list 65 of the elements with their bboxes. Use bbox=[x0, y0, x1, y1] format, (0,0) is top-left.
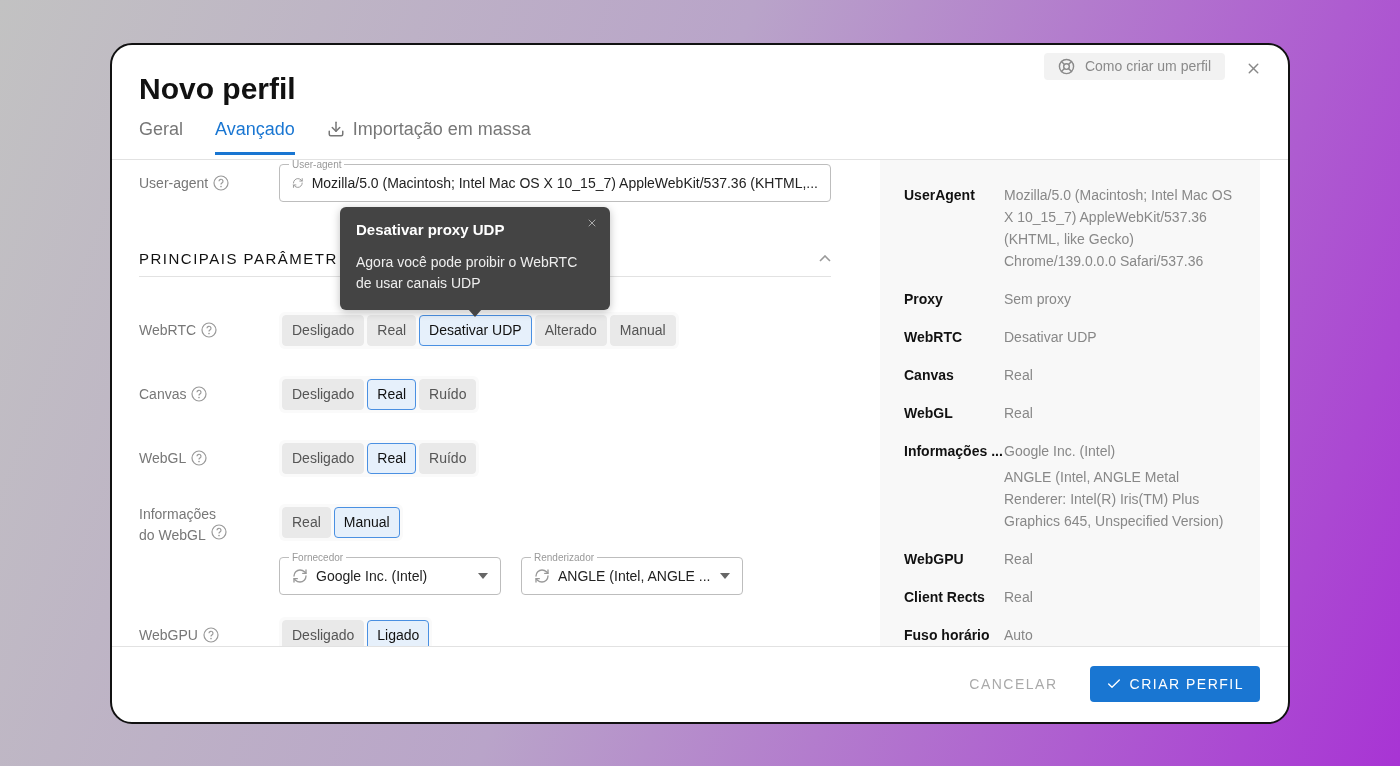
help-icon bbox=[202, 627, 219, 643]
summary-label: UserAgent bbox=[904, 185, 976, 205]
summary-value: ANGLE (Intel, ANGLE Metal Renderer: Intel(R) Iris(TM) Plus Graphics 645, Unspecified Version) bbox=[1004, 467, 1225, 531]
setting-label: WebRTC bbox=[139, 321, 197, 340]
option-button[interactable]: Real bbox=[367, 378, 417, 410]
refresh-icon bbox=[534, 567, 550, 584]
help-icon bbox=[213, 174, 230, 191]
help-icon bbox=[191, 386, 208, 402]
option-button[interactable]: Desligado bbox=[282, 619, 365, 646]
summary-label: WebGPU bbox=[904, 549, 965, 569]
option-button[interactable]: Ligado bbox=[367, 619, 430, 646]
lifebuoy-icon bbox=[1057, 57, 1075, 75]
tab[interactable]: Avançado bbox=[215, 118, 295, 155]
floating-label: Fornecedor bbox=[289, 551, 347, 563]
download-icon bbox=[326, 120, 345, 138]
floating-label: Renderizador bbox=[531, 551, 598, 563]
summary-label: WebGL bbox=[904, 403, 954, 423]
setting-label: Informações do WebGL bbox=[139, 503, 235, 545]
create-profile-button[interactable]: CRIAR PERFIL bbox=[1089, 666, 1260, 702]
option-button[interactable]: Alterado bbox=[534, 314, 607, 346]
caret-icon bbox=[720, 572, 730, 579]
dialog-title: Novo perfil bbox=[139, 70, 297, 107]
help-icon bbox=[210, 523, 227, 540]
refresh-icon bbox=[292, 567, 308, 584]
summary-value: Real bbox=[1004, 587, 1034, 607]
option-button[interactable]: Real bbox=[367, 314, 417, 346]
option-button[interactable]: Desativar UDP bbox=[419, 314, 532, 346]
summary-value: Real bbox=[1004, 549, 1034, 569]
tooltip-title: Desativar proxy UDP bbox=[356, 220, 506, 238]
setting-label: WebGPU bbox=[139, 626, 198, 645]
option-button[interactable]: Real bbox=[282, 506, 331, 538]
option-button[interactable]: Ruído bbox=[419, 442, 477, 474]
summary-label: Proxy bbox=[904, 289, 944, 309]
summary-value: Auto bbox=[1004, 625, 1034, 645]
summary-value: Google Inc. (Intel) bbox=[1004, 441, 1117, 461]
summary-value: Mozilla/5.0 (Macintosh; Intel Mac OS X 10_15_7) AppleWebKit/537.36 (KHTML, like Gecko) Chrome/139.0.0.0 Safari/537.36 bbox=[1004, 185, 1233, 271]
summary-value: Desativar UDP bbox=[1004, 327, 1098, 347]
tooltip-text: Agora você pode proibir o WebRTC de usar canais UDP bbox=[356, 252, 579, 293]
option-button[interactable]: Manual bbox=[333, 506, 400, 538]
section-title: PRINCIPAIS PARÂMETR bbox=[139, 249, 338, 267]
summary-value: Real bbox=[1004, 365, 1034, 385]
option-button[interactable]: Desligado bbox=[282, 442, 365, 474]
tab[interactable]: Importação em massa bbox=[326, 118, 531, 155]
field-label: User-agent bbox=[139, 173, 209, 193]
summary-label: Canvas bbox=[904, 365, 955, 385]
help-icon bbox=[191, 450, 208, 466]
summary-label: Informações ... bbox=[904, 441, 1004, 461]
option-button[interactable]: Desligado bbox=[282, 314, 365, 346]
option-button[interactable]: Manual bbox=[609, 314, 676, 346]
summary-label: Fuso horário bbox=[904, 625, 991, 645]
collapse-button[interactable] bbox=[819, 254, 831, 262]
summary-label: WebRTC bbox=[904, 327, 964, 347]
summary-label: Client Rects bbox=[904, 587, 986, 607]
option-button[interactable]: Desligado bbox=[282, 378, 365, 410]
caret-icon bbox=[478, 572, 488, 579]
tab[interactable]: Geral bbox=[139, 118, 183, 155]
setting-label: WebGL bbox=[139, 449, 187, 468]
setting-label: Canvas bbox=[139, 385, 187, 404]
option-button[interactable]: Ruído bbox=[419, 378, 477, 410]
floating-label: User-agent bbox=[289, 159, 345, 170]
option-button[interactable]: Real bbox=[367, 442, 417, 474]
chevron-up-icon bbox=[819, 254, 831, 262]
summary-value: Real bbox=[1004, 403, 1034, 423]
summary-value: Sem proxy bbox=[1004, 289, 1072, 309]
help-icon bbox=[201, 322, 218, 338]
